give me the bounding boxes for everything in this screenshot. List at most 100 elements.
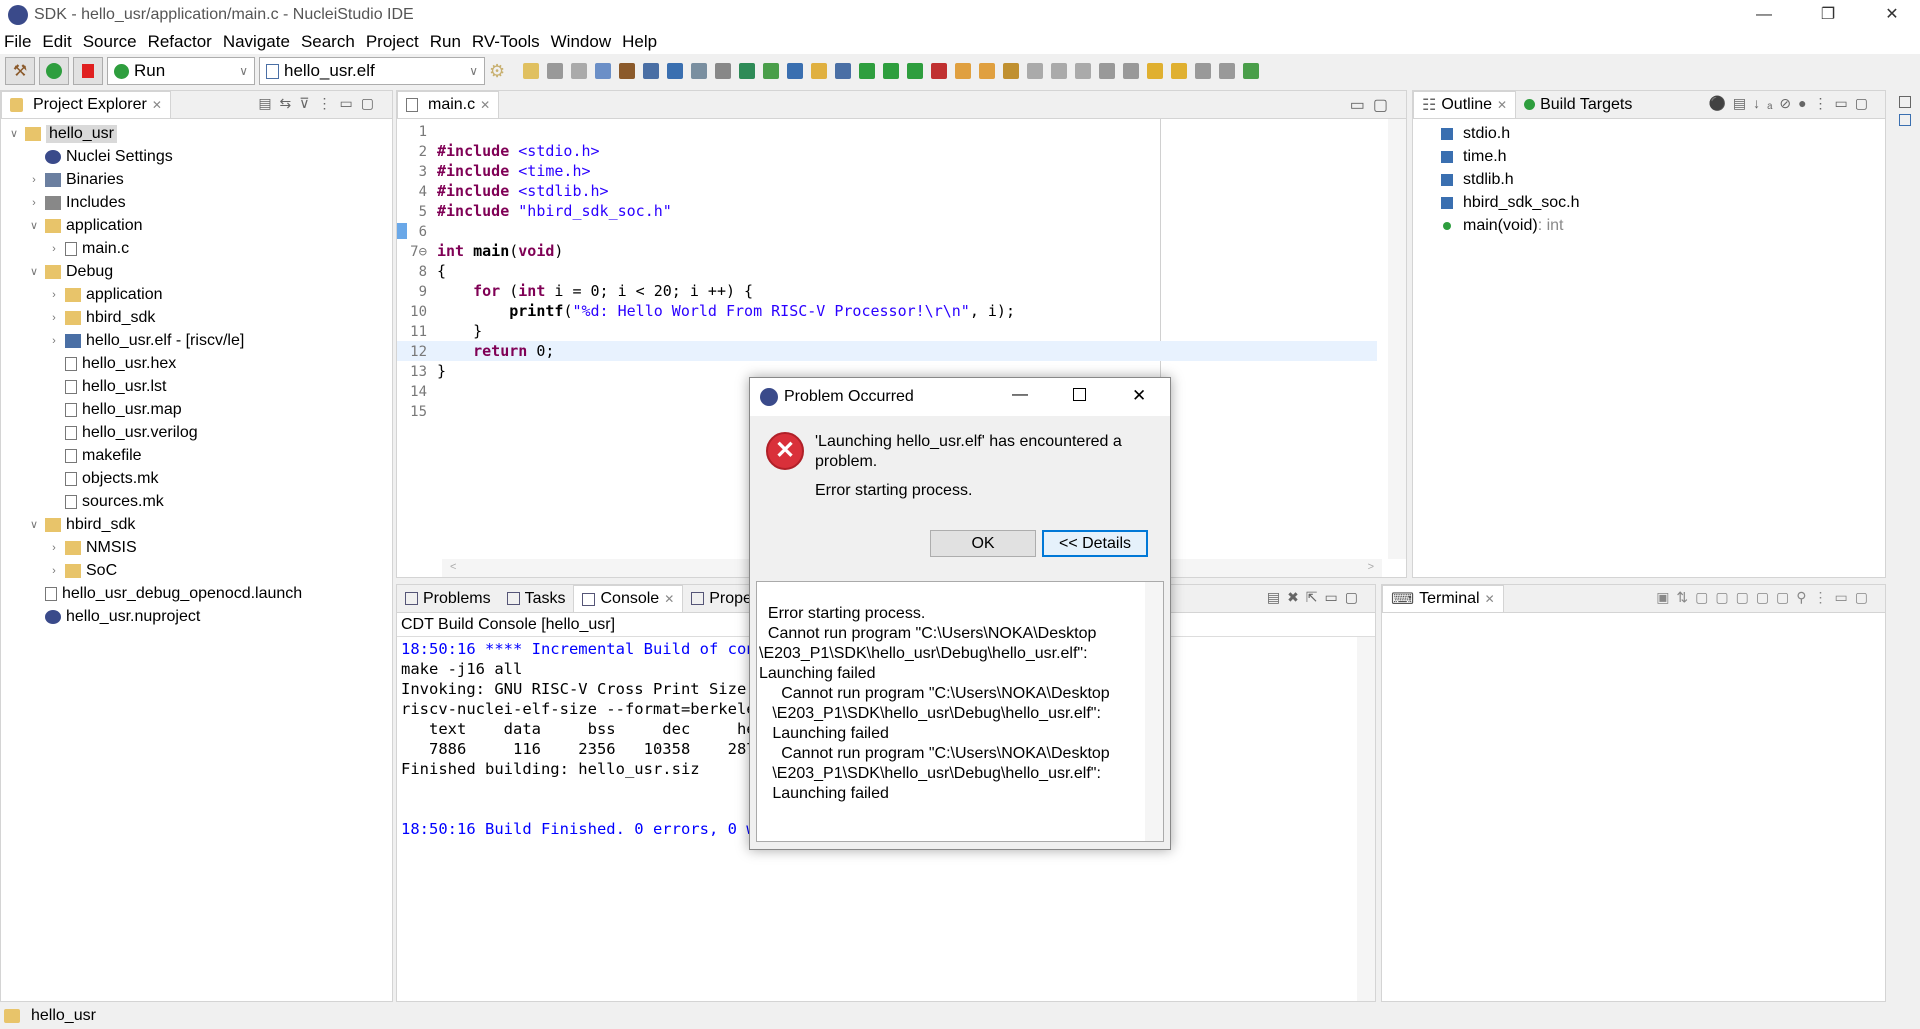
toolbar-icon-17[interactable]: [931, 63, 948, 79]
tree-item[interactable]: objects.mk: [1, 467, 392, 490]
tree-item[interactable]: hello_usr.verilog: [1, 421, 392, 444]
toolbar-icon-5[interactable]: [643, 63, 660, 79]
tree-item[interactable]: hello_usr.lst: [1, 375, 392, 398]
chevron-down-icon[interactable]: ∨: [27, 265, 41, 278]
menu-help[interactable]: Help: [622, 32, 657, 52]
toolbar-icon-6[interactable]: [667, 63, 684, 79]
tab-project-explorer[interactable]: Project Explorer ✕: [1, 91, 171, 118]
tree-item[interactable]: ∨ hello_usr: [1, 122, 392, 145]
toolbar-icon-19[interactable]: [979, 63, 996, 79]
tab-main-c[interactable]: main.c ✕: [397, 91, 500, 118]
toolbar-icon-26[interactable]: [1147, 63, 1164, 79]
ok-button[interactable]: OK: [930, 530, 1036, 557]
console-scrollbar[interactable]: [1357, 637, 1375, 1001]
toolbar-icon-14[interactable]: [859, 63, 876, 79]
maximize-button[interactable]: ❐: [1800, 0, 1856, 30]
toolbar-icon-28[interactable]: [1195, 63, 1212, 79]
details-button[interactable]: << Details: [1042, 530, 1148, 557]
close-icon[interactable]: ✕: [480, 98, 490, 112]
tab-tasks[interactable]: Tasks: [499, 585, 574, 612]
close-button[interactable]: ✕: [1864, 0, 1920, 30]
menu-rv-tools[interactable]: RV-Tools: [472, 32, 540, 52]
toolbar-icon-22[interactable]: [1051, 63, 1068, 79]
code-line[interactable]: 4 #include <stdlib.h>: [397, 181, 1377, 201]
menu-window[interactable]: Window: [551, 32, 611, 52]
close-icon[interactable]: ✕: [1485, 592, 1495, 606]
menu-edit[interactable]: Edit: [42, 32, 71, 52]
details-text-area[interactable]: Error starting process. Cannot run progr…: [756, 581, 1164, 842]
tab-console[interactable]: Console ✕: [573, 585, 684, 612]
code-line[interactable]: 11 }: [397, 321, 1377, 341]
code-line[interactable]: 10 printf("%d: Hello World From RISC-V P…: [397, 301, 1377, 321]
code-line[interactable]: 2 #include <stdio.h>: [397, 141, 1377, 161]
tree-item[interactable]: › application: [1, 283, 392, 306]
toolbar-icon-11[interactable]: [787, 63, 804, 79]
chevron-right-icon[interactable]: ›: [47, 565, 61, 577]
chevron-right-icon[interactable]: ›: [47, 335, 61, 347]
code-line[interactable]: 12 return 0;: [397, 341, 1377, 361]
close-icon[interactable]: ✕: [152, 98, 162, 112]
toolbar-icon-1[interactable]: [547, 63, 564, 79]
tree-item[interactable]: › SoC: [1, 559, 392, 582]
toolbar-icon-0[interactable]: [523, 63, 540, 79]
launch-mode-select[interactable]: Run ∨: [107, 57, 255, 85]
tab-build-targets[interactable]: Build Targets: [1516, 91, 1640, 118]
toolbar-icon-3[interactable]: [595, 63, 612, 79]
chevron-right-icon[interactable]: ›: [47, 542, 61, 554]
outline-item[interactable]: time.h: [1441, 145, 1885, 168]
outline-item[interactable]: hbird_sdk_soc.h: [1441, 191, 1885, 214]
details-scrollbar[interactable]: [1145, 582, 1163, 841]
menu-project[interactable]: Project: [366, 32, 419, 52]
tree-item[interactable]: › Binaries: [1, 168, 392, 191]
toolbar-icon-20[interactable]: [1003, 63, 1020, 79]
chevron-right-icon[interactable]: ›: [47, 312, 61, 324]
toolbar-icon-16[interactable]: [907, 63, 924, 79]
toolbar-icon-29[interactable]: [1219, 63, 1236, 79]
tree-item[interactable]: › Includes: [1, 191, 392, 214]
tab-terminal[interactable]: ⌨ Terminal ✕: [1382, 585, 1504, 612]
toolbar-icon-18[interactable]: [955, 63, 972, 79]
chevron-right-icon[interactable]: ›: [27, 174, 41, 186]
toolbar-icon-13[interactable]: [835, 63, 852, 79]
tree-item[interactable]: › main.c: [1, 237, 392, 260]
launch-button[interactable]: [39, 57, 69, 85]
toolbar-icon-7[interactable]: [691, 63, 708, 79]
toolbar-icon-27[interactable]: [1171, 63, 1188, 79]
toolbar-icon-8[interactable]: [715, 63, 732, 79]
tab-problems[interactable]: Problems: [397, 585, 499, 612]
tab-outline[interactable]: ☷ Outline ✕: [1413, 91, 1517, 118]
tree-item[interactable]: ∨ application: [1, 214, 392, 237]
close-icon[interactable]: ✕: [1497, 98, 1507, 112]
toolbar-icon-9[interactable]: [739, 63, 756, 79]
dialog-minimize-button[interactable]: —: [1012, 386, 1028, 404]
dialog-maximize-button[interactable]: [1073, 388, 1086, 401]
chevron-right-icon[interactable]: ›: [27, 197, 41, 209]
chevron-down-icon[interactable]: ∨: [27, 518, 41, 531]
restore-icon[interactable]: [1899, 96, 1911, 108]
tree-item[interactable]: › hello_usr.elf - [riscv/le]: [1, 329, 392, 352]
outline-item[interactable]: stdlib.h: [1441, 168, 1885, 191]
gear-icon[interactable]: ⚙: [489, 61, 505, 82]
toolbar-icon-15[interactable]: [883, 63, 900, 79]
code-line[interactable]: 8{: [397, 261, 1377, 281]
view-toolbar-icons[interactable]: ▤⇆⊽⋮▭▢: [258, 95, 382, 112]
toolbar-icon-12[interactable]: [811, 63, 828, 79]
outline-item[interactable]: main(void) : int: [1441, 214, 1885, 237]
menu-navigate[interactable]: Navigate: [223, 32, 290, 52]
menu-source[interactable]: Source: [83, 32, 137, 52]
code-line[interactable]: 6: [397, 221, 1377, 241]
code-line[interactable]: 5 #include "hbird_sdk_soc.h": [397, 201, 1377, 221]
tree-item[interactable]: hello_usr.nuproject: [1, 605, 392, 628]
toolbar-icon-30[interactable]: [1243, 63, 1260, 79]
toolbar-icon-2[interactable]: [571, 63, 588, 79]
toolbar-icon-10[interactable]: [763, 63, 780, 79]
code-line[interactable]: 9 for (int i = 0; i < 20; i ++) {: [397, 281, 1377, 301]
menu-refactor[interactable]: Refactor: [148, 32, 212, 52]
menu-file[interactable]: File: [4, 32, 31, 52]
chevron-right-icon[interactable]: ›: [47, 289, 61, 301]
code-line[interactable]: 1: [397, 121, 1377, 141]
stop-button[interactable]: [73, 57, 103, 85]
editor-vertical-scrollbar[interactable]: [1388, 119, 1406, 559]
tree-item[interactable]: hello_usr.map: [1, 398, 392, 421]
tree-item[interactable]: ∨ Debug: [1, 260, 392, 283]
